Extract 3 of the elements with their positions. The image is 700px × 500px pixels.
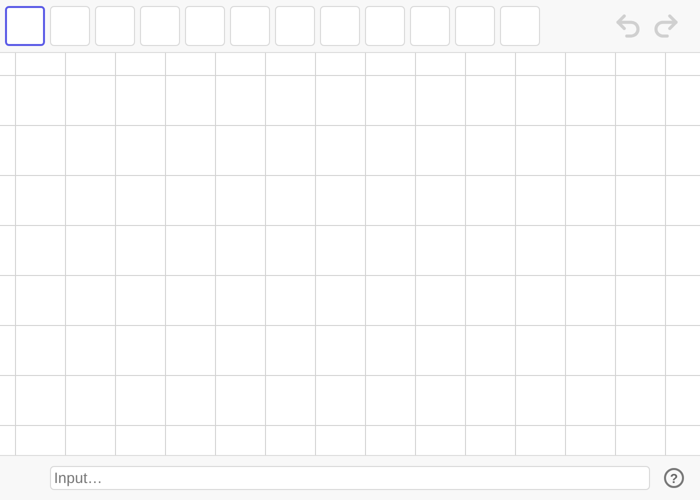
help-button[interactable]: ? <box>664 468 684 488</box>
tool-button[interactable] <box>5 6 45 46</box>
input-field[interactable]: Input… <box>50 466 650 490</box>
